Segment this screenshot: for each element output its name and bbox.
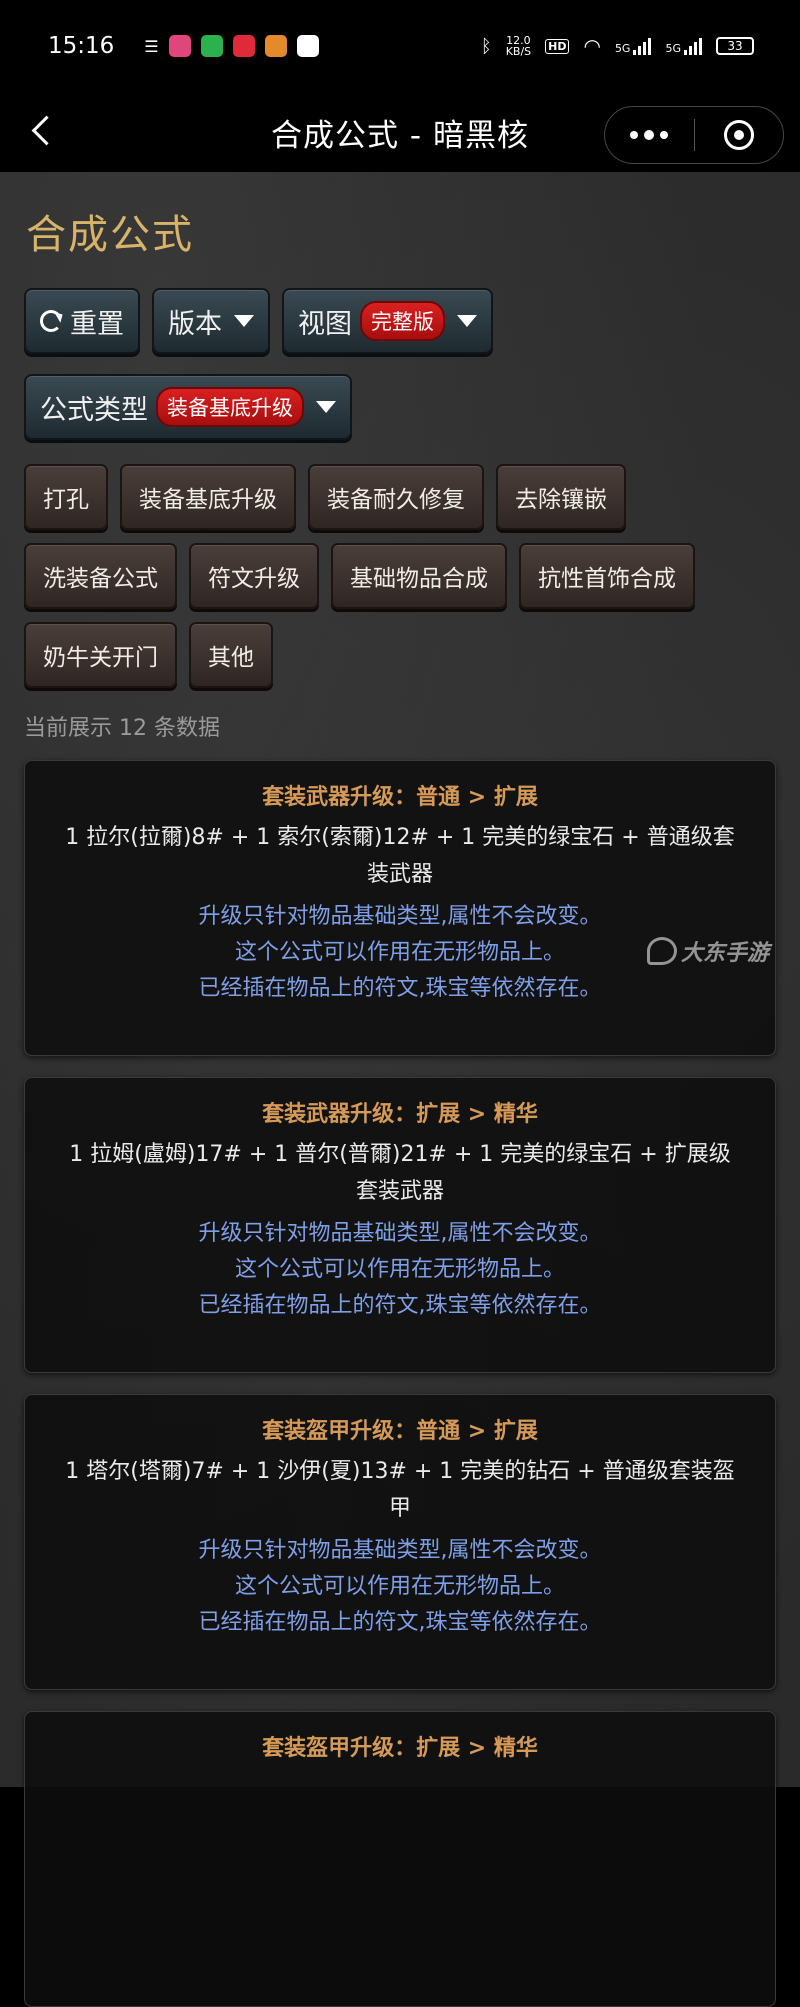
result-count: 当前展示 12 条数据 (24, 716, 220, 741)
app-notification-icon (264, 35, 287, 57)
bluetooth-icon: ᛒ (480, 35, 492, 57)
category-button[interactable]: 打孔 (24, 464, 108, 530)
more-button[interactable] (605, 130, 694, 140)
app-notification-icon: ☰ (144, 36, 159, 56)
category-button[interactable]: 符文升级 (189, 543, 319, 609)
formula-title: 套装盔甲升级：普通 > 扩展 (262, 1419, 538, 1444)
formula-type-label: 公式类型 (40, 394, 148, 426)
nav-title: 合成公式 - 暗黑核 (271, 117, 529, 154)
close-miniprogram-button[interactable] (695, 120, 784, 150)
formula-note: 升级只针对物品基础类型,属性不会改变。 (198, 1221, 602, 1246)
watermark-logo-icon (646, 937, 677, 965)
app-notification-icon (168, 35, 191, 57)
caret-down-icon (234, 315, 254, 327)
category-grid: 打孔 装备基底升级 装备耐久修复 去除镶嵌 洗装备公式 符文升级 基础物品合成 … (24, 464, 776, 688)
formula-note: 已经插在物品上的符文,珠宝等依然存在。 (198, 976, 602, 1001)
formula-note: 已经插在物品上的符文,珠宝等依然存在。 (198, 1293, 602, 1318)
reset-label: 重置 (70, 308, 124, 340)
formula-notes: 升级只针对物品基础类型,属性不会改变。 这个公式可以作用在无形物品上。 已经插在… (41, 1533, 759, 1641)
formula-card: 套装武器升级：普通 > 扩展 1 拉尔(拉爾)8# + 1 索尔(索爾)12# … (24, 760, 776, 1056)
formula-card: 套装武器升级：扩展 > 精华 1 拉姆(盧姆)17# + 1 普尔(普爾)21#… (24, 1077, 776, 1373)
version-dropdown[interactable]: 版本 (152, 288, 270, 354)
more-dots-icon (630, 131, 639, 139)
target-dot (733, 130, 744, 140)
formula-title: 套装盔甲升级：扩展 > 精华 (262, 1736, 538, 1761)
signal-icon (684, 37, 702, 55)
formula-recipe: 1 拉姆(盧姆)17# + 1 普尔(普爾)21# + 1 完美的绿宝石 + 扩… (69, 1142, 731, 1204)
view-badge: 完整版 (360, 301, 445, 341)
formula-card: 套装盔甲升级：普通 > 扩展 1 塔尔(塔爾)7# + 1 沙伊(夏)13# +… (24, 1394, 776, 1690)
formula-notes: 升级只针对物品基础类型,属性不会改变。 这个公式可以作用在无形物品上。 已经插在… (41, 1216, 759, 1324)
control-row: 重置 版本 视图 完整版 (24, 288, 776, 354)
formula-recipe: 1 塔尔(塔爾)7# + 1 沙伊(夏)13# + 1 完美的钻石 + 普通级套… (65, 1459, 735, 1521)
formula-recipe: 1 拉尔(拉爾)8# + 1 索尔(索爾)12# + 1 完美的绿宝石 + 普通… (65, 825, 735, 887)
formula-title: 套装武器升级：普通 > 扩展 (262, 785, 538, 810)
notification-icons: ☰ (144, 35, 319, 57)
formula-title: 套装武器升级：扩展 > 精华 (262, 1102, 538, 1127)
caret-down-icon (316, 401, 336, 413)
formula-note: 已经插在物品上的符文,珠宝等依然存在。 (198, 1610, 602, 1635)
chevron-left-icon (31, 115, 62, 146)
control-row: 公式类型 装备基底升级 (24, 374, 776, 440)
network-type: 5G (665, 42, 681, 55)
formula-note: 这个公式可以作用在无形物品上。 (234, 1257, 565, 1282)
status-bar: 15:16 ☰ ᛒ 12.0 KB/S HD ◠ 5G 5G 33 (0, 0, 800, 92)
hd-icon: HD (545, 38, 570, 54)
miniprogram-capsule (604, 106, 784, 164)
status-right: ᛒ 12.0 KB/S HD ◠ 5G 5G 33 (481, 34, 754, 58)
category-button[interactable]: 装备基底升级 (120, 464, 296, 530)
formula-note: 升级只针对物品基础类型,属性不会改变。 (198, 904, 602, 929)
category-button[interactable]: 其他 (189, 622, 273, 688)
view-dropdown[interactable]: 视图 完整版 (282, 288, 493, 354)
watermark: 大东手游 (646, 935, 769, 967)
refresh-icon (40, 310, 62, 332)
category-button[interactable]: 基础物品合成 (331, 543, 507, 609)
target-icon (723, 120, 754, 150)
wifi-icon: ◠ (583, 34, 601, 58)
signal-icon (633, 37, 652, 55)
signal-5g-1: 5G (615, 37, 652, 55)
back-button[interactable] (26, 112, 66, 152)
formula-type-dropdown[interactable]: 公式类型 装备基底升级 (24, 374, 352, 440)
more-dots-icon (644, 130, 655, 140)
app-notification-icon (232, 35, 255, 57)
message-icon (200, 35, 223, 57)
main-content: 合成公式 重置 版本 视图 完整版 公式类型 装备基底升级 打孔 装备基底升级 … (0, 172, 800, 2007)
category-button[interactable]: 奶牛关开门 (24, 622, 177, 688)
more-dots-icon (660, 131, 669, 139)
view-label: 视图 (298, 308, 352, 340)
nav-bar: 合成公式 - 暗黑核 (0, 92, 800, 172)
category-button[interactable]: 装备耐久修复 (308, 464, 484, 530)
speed-unit: KB/S (505, 45, 532, 58)
reset-button[interactable]: 重置 (24, 288, 140, 354)
formula-note: 升级只针对物品基础类型,属性不会改变。 (198, 1538, 602, 1563)
signal-5g-2: 5G (665, 37, 702, 55)
formula-card: 套装盔甲升级：扩展 > 精华 (24, 1711, 776, 2007)
status-time: 15:16 (48, 33, 115, 59)
network-speed: 12.0 KB/S (506, 35, 531, 57)
page-title: 合成公式 (26, 212, 194, 258)
caret-down-icon (457, 315, 477, 327)
network-type: 5G (614, 42, 631, 55)
version-label: 版本 (168, 308, 222, 340)
app-notification-icon (296, 35, 319, 57)
formula-note: 这个公式可以作用在无形物品上。 (234, 1574, 565, 1599)
category-button[interactable]: 去除镶嵌 (496, 464, 626, 530)
category-button[interactable]: 洗装备公式 (24, 543, 177, 609)
battery-icon: 33 (716, 37, 754, 55)
formula-type-badge: 装备基底升级 (156, 387, 304, 427)
watermark-text: 大东手游 (680, 941, 769, 966)
category-button[interactable]: 抗性首饰合成 (519, 543, 695, 609)
